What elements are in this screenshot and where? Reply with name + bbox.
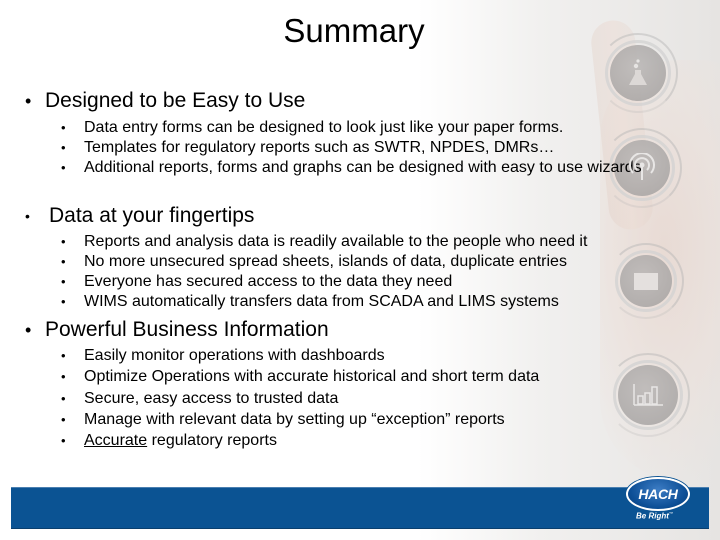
tagline-text: Be Right <box>636 511 669 521</box>
list-item: • Data entry forms can be designed to lo… <box>61 118 563 137</box>
tagline: Be Right™ <box>636 511 673 521</box>
bullet: • <box>61 140 66 155</box>
bullet: • <box>25 320 32 340</box>
list-item-text: WIMS automatically transfers data from S… <box>84 293 559 310</box>
list-item: • Templates for regulatory reports such … <box>61 138 554 157</box>
list-item: • Secure, easy access to trusted data <box>61 389 338 408</box>
list-item: • Easily monitor operations with dashboa… <box>61 346 385 365</box>
section-heading-fingertips: • Data at your fingertips <box>25 204 254 228</box>
logo-text: HACH <box>638 486 678 502</box>
bar-chart-icon <box>606 353 690 437</box>
list-item: • No more unsecured spread sheets, islan… <box>61 252 567 271</box>
list-item: • Reports and analysis data is readily a… <box>61 232 587 251</box>
list-item: • Accurate regulatory reports <box>61 431 277 450</box>
list-item: • Optimize Operations with accurate hist… <box>61 367 539 386</box>
list-item-text: Additional reports, forms and graphs can… <box>84 159 642 176</box>
list-item-text: Optimize Operations with accurate histor… <box>84 368 540 385</box>
list-item: • Additional reports, forms and graphs c… <box>61 158 654 177</box>
underlined-word: Accurate <box>84 432 148 449</box>
list-item: • Manage with relevant data by setting u… <box>61 410 505 429</box>
section-heading-business-info: • Powerful Business Information <box>25 318 329 342</box>
list-item-text: Easily monitor operations with dashboard… <box>84 347 385 364</box>
bullet: • <box>25 91 32 111</box>
bullet: • <box>61 294 66 309</box>
list-item-text: Templates for regulatory reports such as… <box>84 139 555 156</box>
list-item-rest: regulatory reports <box>147 432 277 449</box>
list-item-text: Manage with relevant data by setting up … <box>84 411 505 428</box>
folder-icon <box>608 243 684 319</box>
trademark-symbol: ™ <box>668 511 673 516</box>
bullet: • <box>61 120 66 135</box>
bullet: • <box>61 412 66 427</box>
bullet: • <box>61 160 66 175</box>
bullet: • <box>61 433 66 448</box>
list-item-text: Reports and analysis data is readily ava… <box>84 233 588 250</box>
section-heading-text: Designed to be Easy to Use <box>45 89 306 112</box>
section-heading-easy-to-use: • Designed to be Easy to Use <box>25 89 305 113</box>
bullet: • <box>25 208 30 224</box>
bullet: • <box>61 369 66 384</box>
list-item-text: Everyone has secured access to the data … <box>84 273 453 290</box>
footer-bar <box>11 487 709 528</box>
section-heading-text: Data at your fingertips <box>49 204 255 227</box>
list-item-text: No more unsecured spread sheets, islands… <box>84 253 567 270</box>
list-item: • Everyone has secured access to the dat… <box>61 272 452 291</box>
hach-logo: HACH <box>626 477 690 511</box>
bullet: • <box>61 391 66 406</box>
section-heading-text: Powerful Business Information <box>45 318 329 341</box>
list-item-text: Secure, easy access to trusted data <box>84 390 339 407</box>
bullet: • <box>61 274 66 289</box>
list-item-text: Data entry forms can be designed to look… <box>84 119 564 136</box>
list-item-text: Accurate regulatory reports <box>84 431 277 450</box>
flask-icon <box>598 33 678 113</box>
slide-title: Summary <box>283 12 425 49</box>
bullet: • <box>61 234 66 249</box>
bullet: • <box>61 348 66 363</box>
bullet: • <box>61 254 66 269</box>
list-item: • WIMS automatically transfers data from… <box>61 292 559 311</box>
